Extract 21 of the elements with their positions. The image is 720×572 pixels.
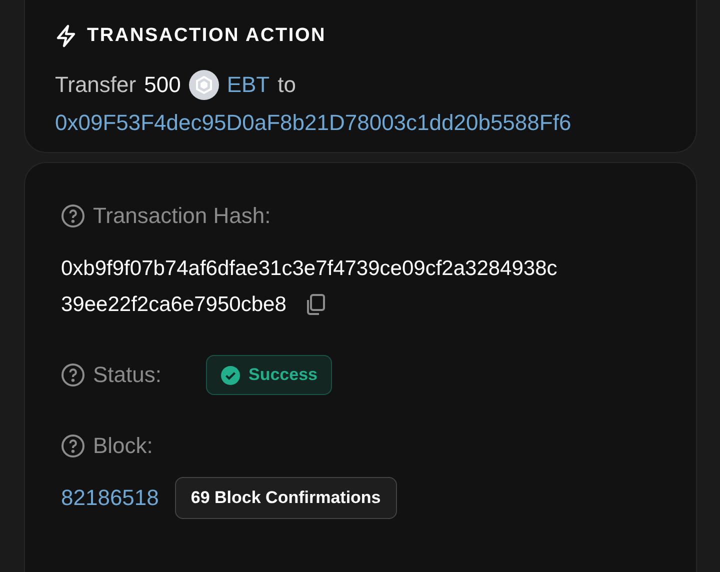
- status-badge: Success: [206, 355, 332, 395]
- action-verb: Transfer: [55, 72, 136, 98]
- token-icon: [188, 70, 219, 100]
- token-link[interactable]: EBT: [226, 72, 270, 98]
- help-icon[interactable]: [61, 434, 85, 458]
- section-title: TRANSACTION ACTION: [87, 25, 326, 47]
- check-circle-icon: [221, 366, 240, 384]
- copy-icon[interactable]: [304, 293, 326, 317]
- address-link[interactable]: 0x09F53F4dec95D0aF8b21D78003c1dd20b5588Ff6: [55, 110, 572, 135]
- transaction-hash: 0xb9f9f07b74af6dfae31c3e7f4739ce09cf2a3284938c: [61, 256, 558, 282]
- field-label: Block:: [93, 433, 153, 459]
- help-icon[interactable]: [61, 363, 85, 387]
- help-icon[interactable]: [61, 204, 85, 228]
- field-label: Transaction Hash:: [93, 203, 271, 229]
- lightning-icon: [55, 24, 77, 48]
- field-label: Status:: [93, 362, 162, 388]
- action-preposition: to: [278, 72, 296, 98]
- block-link[interactable]: 82186518: [61, 485, 159, 511]
- token-amount: 500: [144, 72, 181, 98]
- transaction-hash: 39ee22f2ca6e7950cbe8: [61, 292, 286, 318]
- confirmations-badge: 69 Block Confirmations: [174, 477, 397, 519]
